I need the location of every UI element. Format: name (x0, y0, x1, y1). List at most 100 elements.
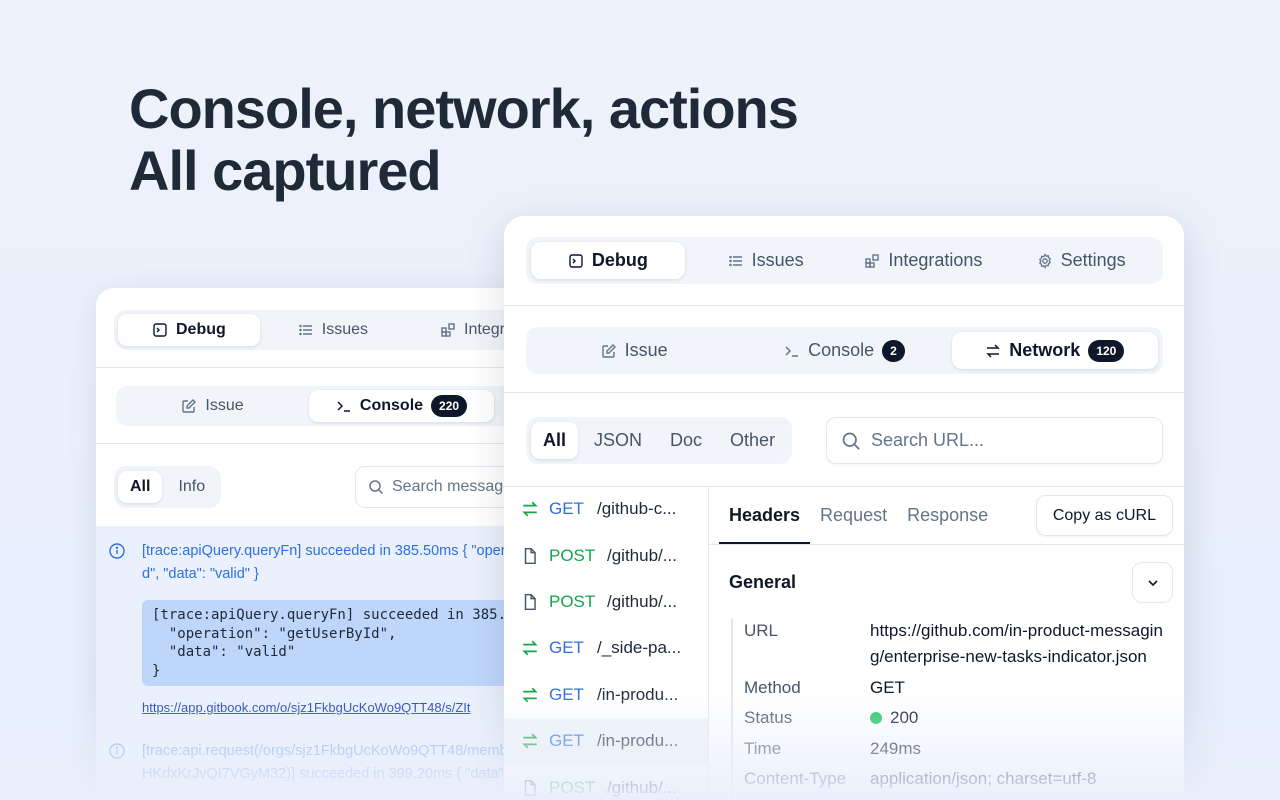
tab-label: Network (1009, 340, 1081, 360)
request-row[interactable]: GET /_side-pa... (504, 625, 708, 671)
tab-debug[interactable]: Debug (118, 314, 260, 346)
status-code: 200 (890, 708, 919, 727)
log-text: [trace:api.request(/orgs/sjz1FkbgUcKoWo9… (142, 743, 528, 759)
swap-icon (521, 686, 539, 704)
terminal-icon (568, 253, 584, 269)
request-path: /in-produ... (597, 731, 679, 751)
tab-debug[interactable]: Debug (531, 242, 685, 279)
filter-all[interactable]: All (531, 422, 579, 459)
tab-console[interactable]: Console 220 (309, 390, 494, 422)
property-row: Status 200 (744, 705, 1174, 731)
request-list: GET /github-c... POST /github/... POST /… (504, 486, 708, 800)
log-text: [trace:apiQuery.queryFn] succeeded in 38… (142, 543, 536, 559)
request-row-selected[interactable]: GET /in-produ... (504, 717, 708, 765)
property-key: Time (744, 738, 782, 758)
blocks-icon (440, 322, 456, 338)
tab-label: Issues (751, 250, 804, 270)
tab-network[interactable]: Network 120 (951, 332, 1158, 369)
tab-label: Issue (624, 340, 668, 360)
request-method: POST (549, 545, 596, 565)
log-text-continued: d", "data": "valid" } (142, 566, 259, 582)
divider (96, 367, 536, 368)
log-filter-bar: All Info (114, 466, 222, 508)
request-method: POST (549, 591, 596, 611)
request-method: GET (549, 731, 584, 751)
tab-label: Debug (176, 321, 226, 338)
search-icon (841, 431, 861, 451)
request-method: GET (549, 638, 584, 658)
request-filter-bar: All JSON Doc Other (526, 417, 793, 464)
swap-icon (985, 343, 1001, 359)
console-window: Debug Issues Integrations Issue Console … (96, 288, 536, 800)
request-path: /github/... (607, 777, 677, 797)
request-path: /github/... (607, 545, 677, 565)
property-value: application/json; charset=utf-8 (870, 769, 1097, 788)
divider (96, 443, 536, 444)
filter-doc[interactable]: Doc (658, 422, 714, 459)
tab-settings[interactable]: Settings (1004, 242, 1158, 279)
property-key: URL (744, 621, 779, 640)
request-row[interactable]: GET /in-produ... (504, 672, 708, 718)
general-properties: URL https://github.com/in-product-messag… (731, 618, 1174, 797)
search-icon (368, 479, 384, 495)
tab-issue[interactable]: Issue (120, 390, 305, 422)
request-method: GET (549, 499, 584, 519)
swap-icon (521, 500, 539, 518)
console-count-badge: 220 (431, 395, 468, 417)
tab-console[interactable]: Console 2 (741, 332, 947, 369)
gear-icon (1037, 252, 1053, 269)
request-row[interactable]: POST /github/... (504, 579, 708, 625)
filter-other[interactable]: Other (718, 422, 787, 459)
filter-info[interactable]: Info (166, 471, 217, 503)
property-row: URL https://github.com/in-product-messag… (744, 618, 1174, 670)
tab-label: Issues (321, 321, 369, 338)
request-method: GET (549, 684, 584, 704)
log-entry[interactable]: [trace:api.request(/orgs/sjz1FkbgUcKoWo9… (96, 740, 536, 786)
swap-icon (521, 732, 539, 750)
tab-issues[interactable]: Issues (264, 314, 402, 346)
property-row: Time 249ms (744, 736, 1174, 762)
tab-issues[interactable]: Issues (689, 242, 843, 279)
filter-json[interactable]: JSON (582, 422, 654, 459)
divider (504, 392, 1184, 393)
request-detail-pane: Headers Request Response Copy as cURL Ge… (709, 486, 1184, 800)
sub-tab-bar: Issue Console 2 Network 120 (526, 327, 1163, 374)
edit-icon (601, 343, 617, 359)
document-icon (521, 779, 539, 797)
filter-all[interactable]: All (118, 471, 163, 503)
document-icon (521, 547, 539, 565)
request-row[interactable]: POST /github/... (504, 764, 708, 800)
swap-icon (521, 639, 539, 657)
request-method: POST (549, 777, 596, 797)
tab-headers[interactable]: Headers (719, 486, 811, 544)
property-value: GET (870, 677, 905, 697)
status-dot-icon (870, 712, 882, 724)
log-source-link[interactable]: https://app.gitbook.com/o/sjz1FkbgUcKoWo… (142, 696, 536, 719)
tab-integrations[interactable]: Integrations (847, 242, 1001, 279)
log-text-continued: HKdxKrJvQI7VGyM32)] succeeded in 399.20m… (142, 766, 536, 782)
tab-request[interactable]: Request (810, 486, 897, 544)
url-search-input[interactable]: Search URL... (826, 417, 1163, 464)
list-icon (298, 322, 314, 338)
property-row: Method GET (744, 675, 1174, 701)
copy-curl-button[interactable]: Copy as cURL (1035, 495, 1173, 536)
collapse-button[interactable] (1132, 562, 1173, 603)
divider (504, 305, 1184, 306)
list-icon (728, 253, 744, 269)
request-path: /github-c... (597, 499, 677, 519)
log-entry[interactable]: [trace:apiQuery.queryFn] succeeded in 38… (96, 540, 536, 719)
log-list: [trace:apiQuery.queryFn] succeeded in 38… (96, 526, 536, 800)
tab-issue[interactable]: Issue (531, 332, 737, 369)
log-code-block: [trace:apiQuery.queryFn] succeeded in 38… (142, 600, 536, 686)
tab-response[interactable]: Response (897, 486, 998, 544)
search-placeholder: Search URL... (871, 430, 985, 450)
property-value-status: 200 (870, 705, 918, 731)
edit-icon (181, 398, 197, 414)
tab-label: Issue (205, 397, 244, 414)
property-key: Method (744, 677, 801, 697)
property-key: Status (744, 708, 793, 727)
request-row[interactable]: GET /github-c... (504, 486, 708, 532)
headline-line-1: Console, network, actions (129, 77, 799, 140)
request-path: /_side-pa... (597, 638, 682, 658)
request-row[interactable]: POST /github/... (504, 532, 708, 578)
